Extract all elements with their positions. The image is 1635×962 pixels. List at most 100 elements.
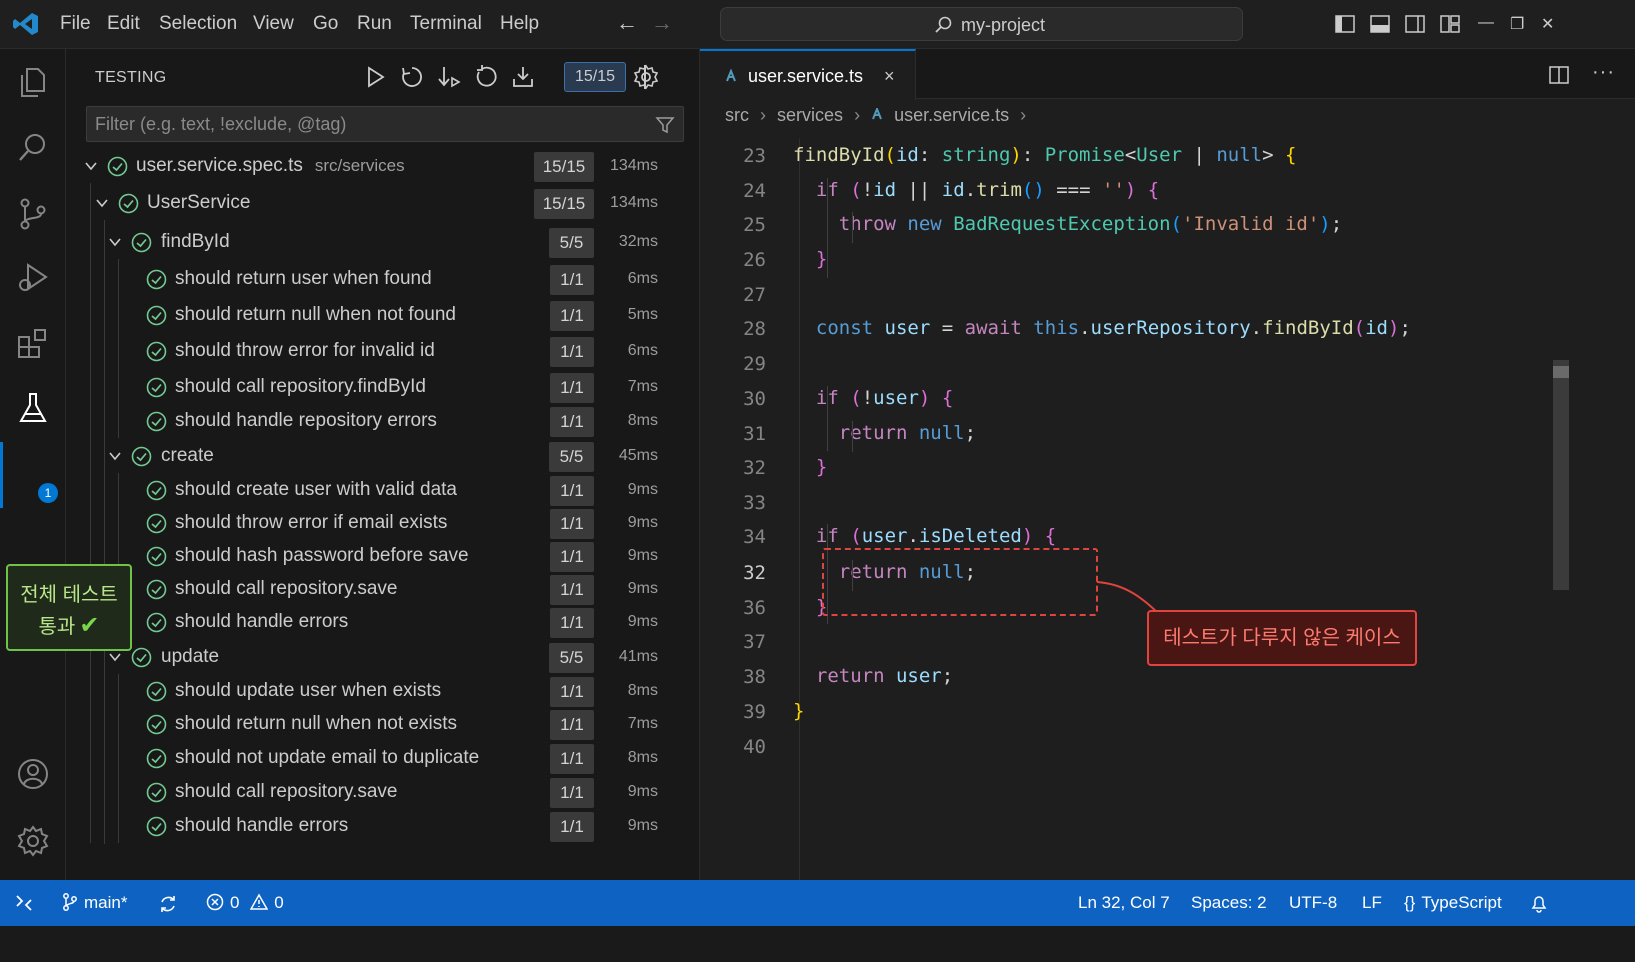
code-line[interactable]: 28 const user = await this.userRepositor…	[700, 312, 1635, 346]
menu-terminal[interactable]: Terminal	[410, 13, 482, 35]
encoding-status[interactable]: UTF-8	[1289, 893, 1337, 913]
branch-status[interactable]: main*	[62, 893, 127, 913]
test-case-row[interactable]: should return null when not exists 1/1 7ms	[66, 709, 700, 741]
test-file-row[interactable]: user.service.spec.ts src/services 15/15 134…	[66, 151, 700, 183]
code-line[interactable]: 39}	[700, 695, 1635, 729]
menu-help[interactable]: Help	[500, 13, 539, 35]
chevron-down-icon[interactable]	[108, 650, 122, 664]
menu-edit[interactable]: Edit	[107, 13, 140, 35]
debug-tests-icon[interactable]	[399, 64, 425, 90]
test-suite-row[interactable]: UserService 15/15 134ms	[66, 188, 700, 220]
menu-run[interactable]: Run	[357, 13, 392, 35]
testing-flask-icon[interactable]	[16, 391, 50, 425]
run-and-debug-icon[interactable]	[16, 261, 50, 295]
test-group-create[interactable]: create 5/5 45ms	[66, 441, 700, 473]
breadcrumb-services[interactable]: services	[777, 105, 843, 126]
menu-go[interactable]: Go	[313, 13, 338, 35]
test-case-row[interactable]: should call repository.save 1/1 9ms	[66, 777, 700, 809]
chevron-down-icon[interactable]	[108, 449, 122, 463]
close-window-icon[interactable]: ✕	[1541, 14, 1554, 34]
source-control-icon[interactable]	[16, 197, 50, 231]
remote-indicator-icon[interactable]	[0, 880, 48, 926]
menu-view[interactable]: View	[253, 13, 294, 35]
back-arrow-icon[interactable]: ←	[616, 12, 638, 34]
test-label: should call repository.save	[175, 578, 397, 600]
code-line[interactable]: 24 if (!id || id.trim() === '') {	[700, 174, 1635, 208]
test-case-row[interactable]: should update user when exists 1/1 8ms	[66, 676, 700, 708]
run-tests-icon[interactable]	[362, 64, 388, 90]
eol-status[interactable]: LF	[1362, 893, 1382, 913]
split-editor-icon[interactable]	[1548, 64, 1570, 86]
tab-close-icon[interactable]: ×	[884, 66, 895, 87]
test-case-row[interactable]: should throw error for invalid id 1/1 6ms	[66, 336, 700, 368]
code-editor[interactable]: 23 findById(id: string): Promise<User | n…	[700, 139, 1635, 918]
editor-scrollbar[interactable]	[1553, 360, 1569, 590]
more-actions-icon[interactable]: ···	[1592, 61, 1615, 84]
toggle-primary-sidebar-icon[interactable]	[1334, 13, 1356, 35]
extensions-icon[interactable]	[16, 327, 50, 361]
test-case-row[interactable]: should handle errors 1/1 9ms	[66, 811, 700, 843]
customize-layout-icon[interactable]	[1439, 13, 1461, 35]
test-settings-gear-icon[interactable]	[633, 64, 659, 90]
settings-gear-icon[interactable]	[16, 824, 50, 858]
code-line[interactable]: 32 }	[700, 451, 1635, 485]
menu-selection[interactable]: Selection	[159, 13, 237, 35]
chevron-down-icon[interactable]	[108, 235, 122, 249]
vscode-logo-icon[interactable]	[12, 10, 40, 38]
indentation-status[interactable]: Spaces: 2	[1191, 893, 1267, 913]
command-center[interactable]: my-project	[720, 7, 1243, 41]
editor-tab-bar: user.service.ts × ···	[700, 49, 1635, 100]
code-line[interactable]: 25 throw new BadRequestException('Invali…	[700, 208, 1635, 242]
breadcrumb-src[interactable]: src	[725, 105, 749, 126]
title-bar: File Edit Selection View Go Run Terminal Help ←…	[0, 0, 1635, 49]
minimize-icon[interactable]: —	[1478, 14, 1494, 32]
menu-file[interactable]: File	[60, 13, 91, 35]
test-group-update[interactable]: update 5/5 41ms	[66, 642, 700, 674]
test-case-row[interactable]: should handle repository errors 1/1 8ms	[66, 406, 700, 438]
refresh-tests-icon[interactable]	[473, 64, 499, 90]
test-group-findbyid[interactable]: findById 5/5 32ms	[66, 227, 700, 259]
code-text: if (!id || id.trim() === '') {	[815, 179, 1160, 201]
callout-line-2: 통과 ✔	[8, 610, 130, 640]
sync-icon[interactable]	[158, 894, 178, 914]
code-line[interactable]: 33	[700, 486, 1635, 520]
toggle-secondary-sidebar-icon[interactable]	[1404, 13, 1426, 35]
search-icon[interactable]	[16, 131, 50, 165]
test-case-row[interactable]: should call repository.save 1/1 9ms	[66, 574, 700, 606]
test-case-row[interactable]: should return user when found 1/1 6ms	[66, 264, 700, 296]
chevron-down-icon[interactable]	[84, 159, 98, 173]
chevron-down-icon[interactable]	[95, 196, 109, 210]
account-icon[interactable]	[16, 757, 50, 791]
code-line[interactable]: 40	[700, 730, 1635, 764]
code-line[interactable]: 26 }	[700, 243, 1635, 277]
breadcrumb-file[interactable]: user.service.ts	[894, 105, 1009, 126]
restore-icon[interactable]: ❐	[1510, 14, 1524, 34]
test-case-row[interactable]: should call repository.findById 1/1 7ms	[66, 372, 700, 404]
filter-funnel-icon[interactable]	[655, 115, 675, 135]
explorer-icon[interactable]	[16, 65, 50, 99]
language-mode[interactable]: {} TypeScript	[1404, 893, 1502, 913]
toggle-panel-icon[interactable]	[1369, 13, 1391, 35]
code-line[interactable]: 31 return null;	[700, 417, 1635, 451]
test-case-row[interactable]: should return null when not found 1/1 5ms	[66, 300, 700, 332]
cursor-position[interactable]: Ln 32, Col 7	[1078, 893, 1170, 913]
test-count-badge[interactable]: 15/15	[564, 62, 626, 92]
test-case-row[interactable]: should throw error if email exists 1/1 9ms	[66, 508, 700, 540]
callout-line-1: 전체 테스트	[20, 584, 118, 606]
test-filter-input[interactable]	[95, 107, 645, 141]
test-case-row[interactable]: should create user with valid data 1/1 9ms	[66, 475, 700, 507]
notifications-bell-icon[interactable]	[1530, 893, 1548, 913]
problems-status[interactable]: 0 0	[206, 893, 284, 913]
forward-arrow-icon[interactable]: →	[651, 12, 673, 34]
line-number: 27	[743, 284, 766, 306]
code-line[interactable]: 23 findById(id: string): Promise<User | n…	[700, 139, 1635, 173]
code-line[interactable]: 30 if (!user) {	[700, 382, 1635, 416]
test-case-row[interactable]: should not update email to duplicate 1/1 8…	[66, 743, 700, 775]
code-line[interactable]: 27	[700, 278, 1635, 312]
run-with-coverage-icon[interactable]	[436, 64, 462, 90]
test-case-row[interactable]: should handle errors 1/1 9ms	[66, 607, 700, 639]
code-line[interactable]: 29	[700, 347, 1635, 381]
tab-user-service[interactable]: user.service.ts ×	[700, 49, 916, 100]
test-case-row[interactable]: should hash password before save 1/1 9ms	[66, 541, 700, 573]
show-output-icon[interactable]	[510, 64, 536, 90]
